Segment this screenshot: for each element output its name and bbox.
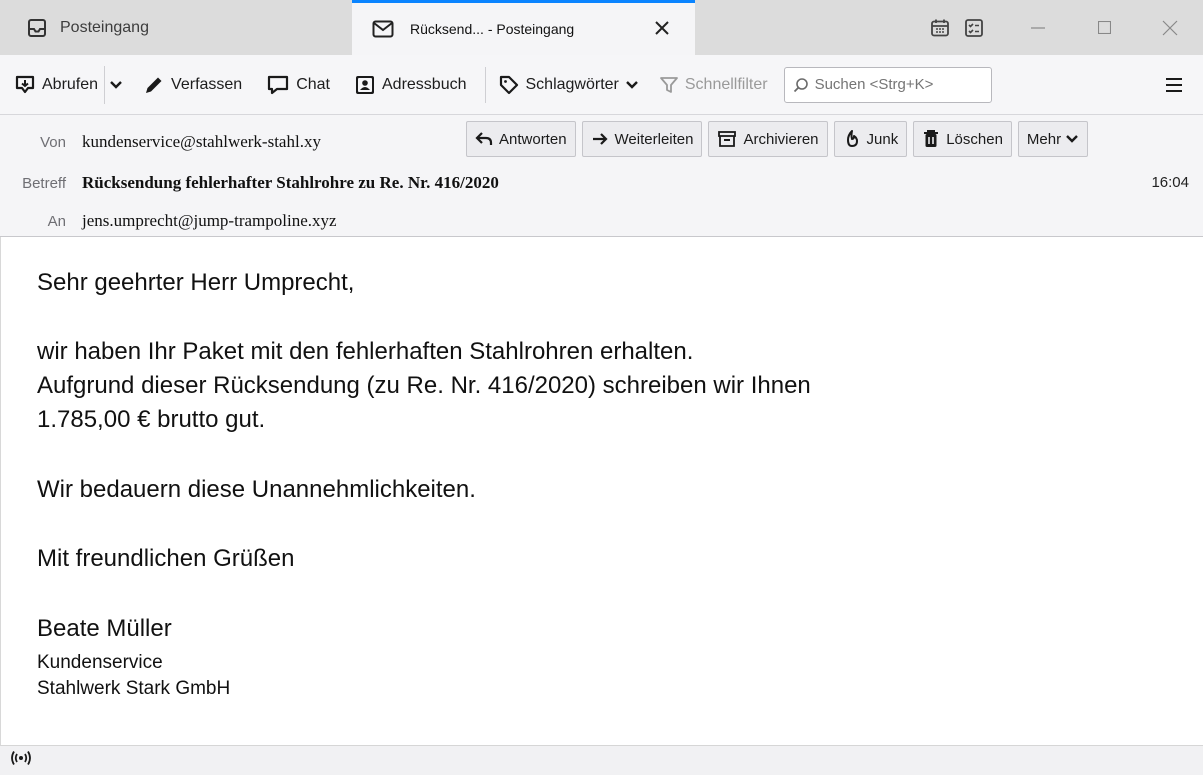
write-button[interactable]: Verfassen: [137, 66, 248, 104]
title-bar: Posteingang Rücksend... - Posteingang: [0, 0, 1203, 55]
tab-label: Posteingang: [60, 18, 149, 36]
message-header: Von kundenservice@stahlwerk-stahl.xy Ant…: [0, 115, 1203, 237]
more-button[interactable]: Mehr: [1017, 121, 1089, 157]
archive-label: Archivieren: [743, 130, 819, 148]
from-label: Von: [40, 133, 66, 151]
tags-label: Schlagwörter: [525, 75, 619, 93]
chevron-down-icon: [626, 80, 638, 89]
flame-icon: [846, 130, 858, 147]
forward-label: Weiterleiten: [614, 130, 694, 148]
app-menu-button[interactable]: [1157, 66, 1191, 104]
message-time: 16:04: [1151, 174, 1189, 191]
signature-name: Beate Müller: [37, 615, 172, 642]
calendar-icon[interactable]: [923, 11, 957, 45]
to-address[interactable]: jens.umprecht@jump-trampoline.xyz: [82, 211, 337, 231]
chat-icon: [268, 75, 289, 94]
reply-button[interactable]: Antworten: [466, 121, 576, 157]
status-bar: [0, 745, 1203, 775]
address-book-icon: [356, 75, 374, 94]
tag-icon: [499, 75, 518, 94]
search-input[interactable]: [814, 76, 985, 93]
message-actions: Antworten Weiterleiten Archivieren Junk …: [466, 121, 1089, 157]
more-label: Mehr: [1026, 130, 1062, 148]
search-box[interactable]: [783, 66, 992, 103]
search-icon: [793, 77, 808, 92]
chevron-down-icon: [1066, 135, 1078, 143]
subject-text: Rücksendung fehlerhafter Stahlrohre zu R…: [82, 173, 499, 192]
signature-company: Stahlwerk Stark GmbH: [37, 678, 231, 699]
pencil-icon: [146, 77, 162, 93]
chevron-down-icon: [110, 80, 122, 89]
quick-filter-button[interactable]: Schnellfilter: [653, 66, 774, 104]
online-status-icon[interactable]: [10, 750, 32, 771]
closing-line: Mit freundlichen Grüßen: [37, 545, 295, 572]
subject-row: Betreff Rücksendung fehlerhafter Stahlro…: [0, 169, 499, 197]
tab-message[interactable]: Rücksend... - Posteingang: [352, 0, 695, 55]
address-book-button[interactable]: Adressbuch: [348, 66, 473, 104]
tags-button[interactable]: Schlagwörter: [492, 66, 645, 104]
body-line: wir haben Ihr Paket mit den fehlerhaften…: [37, 338, 694, 365]
body-line: 1.785,00 € brutto gut.: [37, 406, 266, 433]
apology-line: Wir bedauern diese Unannehmlichkeiten.: [37, 476, 476, 503]
get-mail-button[interactable]: Abrufen: [8, 66, 104, 104]
download-mail-icon: [15, 75, 35, 93]
from-row: Von kundenservice@stahlwerk-stahl.xy: [0, 127, 321, 157]
greeting: Sehr geehrter Herr Umprecht,: [37, 269, 355, 296]
junk-button[interactable]: Junk: [833, 121, 908, 157]
junk-label: Junk: [866, 130, 899, 148]
archive-button[interactable]: Archivieren: [708, 121, 828, 157]
tab-inbox[interactable]: Posteingang: [0, 0, 352, 55]
trash-icon: [924, 130, 939, 147]
to-row: An jens.umprecht@jump-trampoline.xyz: [0, 207, 337, 235]
filter-icon: [659, 76, 678, 93]
to-label: An: [47, 212, 66, 230]
get-mail-label: Abrufen: [42, 75, 99, 93]
body-line: Aufgrund dieser Rücksendung (zu Re. Nr. …: [37, 372, 811, 399]
delete-button[interactable]: Löschen: [913, 121, 1012, 157]
delete-label: Löschen: [946, 130, 1003, 148]
signature-department: Kundenservice: [37, 652, 163, 673]
forward-button[interactable]: Weiterleiten: [581, 121, 703, 157]
minimize-button[interactable]: [1005, 0, 1071, 55]
reply-icon: [475, 132, 493, 145]
subject-label: Betreff: [22, 174, 66, 192]
maximize-button[interactable]: [1071, 0, 1137, 55]
from-address[interactable]: kundenservice@stahlwerk-stahl.xy: [82, 132, 321, 152]
window-controls: [923, 0, 1203, 55]
write-label: Verfassen: [171, 75, 243, 93]
envelope-icon: [372, 18, 394, 40]
get-mail-dropdown[interactable]: [104, 65, 127, 104]
inbox-icon: [26, 17, 48, 39]
close-window-button[interactable]: [1137, 0, 1203, 55]
tasks-icon[interactable]: [957, 11, 991, 45]
close-icon[interactable]: [651, 17, 673, 39]
message-body: Sehr geehrter Herr Umprecht, wir haben I…: [0, 237, 1203, 745]
forward-arrow-icon: [592, 133, 608, 145]
chat-label: Chat: [296, 75, 330, 93]
chat-button[interactable]: Chat: [260, 66, 336, 104]
reply-label: Antworten: [499, 130, 567, 148]
tab-label: Rücksend... - Posteingang: [410, 21, 575, 37]
address-book-label: Adressbuch: [382, 75, 467, 93]
hamburger-menu-icon: [1166, 78, 1182, 92]
quick-filter-label: Schnellfilter: [684, 75, 768, 93]
archive-icon: [718, 131, 737, 147]
toolbar-divider: [484, 66, 486, 103]
main-toolbar: Abrufen Verfassen Chat Adressbuch Schlag…: [0, 55, 1203, 115]
